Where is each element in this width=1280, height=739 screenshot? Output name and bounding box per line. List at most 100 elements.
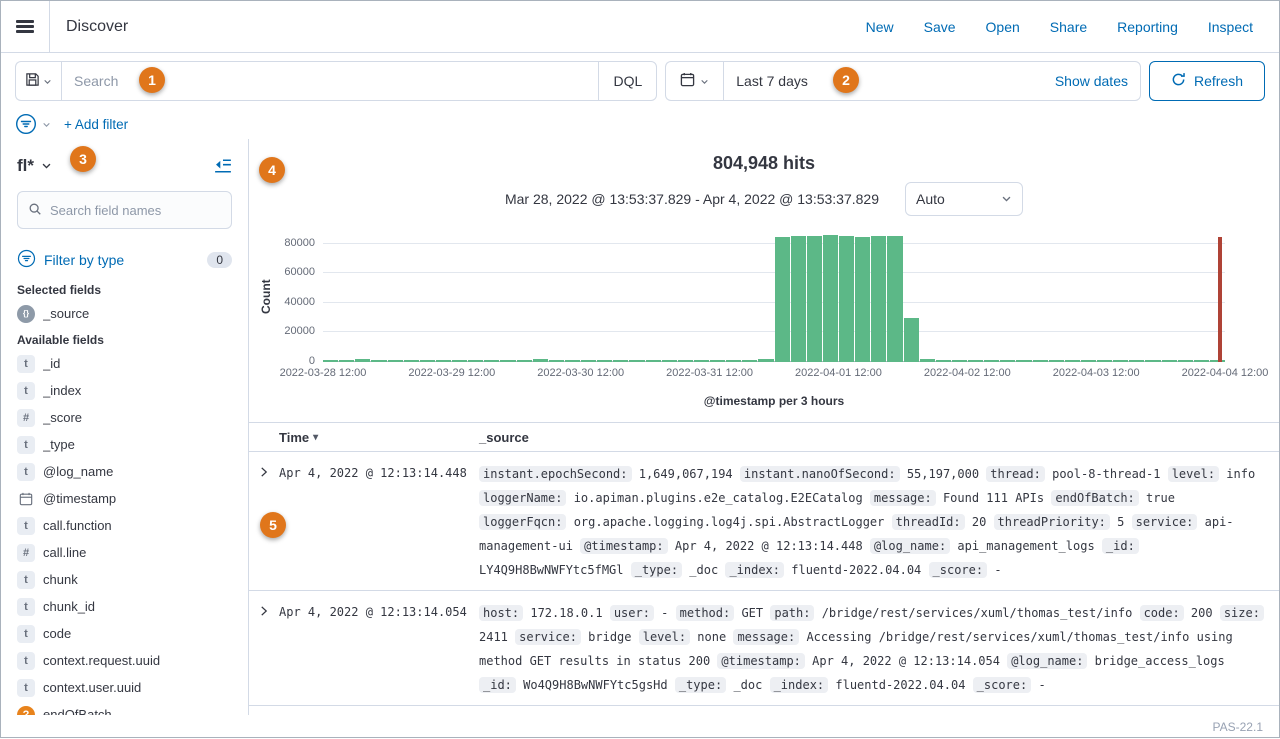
histogram-bar bbox=[629, 360, 644, 362]
field-item-call.line[interactable]: #call.line bbox=[17, 539, 232, 566]
field-name: _type bbox=[43, 437, 75, 452]
add-filter-link[interactable]: + Add filter bbox=[64, 117, 128, 132]
field-name: call.function bbox=[43, 518, 112, 533]
show-dates-link[interactable]: Show dates bbox=[1055, 73, 1128, 89]
top-header: Discover NewSaveOpenShareReportingInspec… bbox=[1, 1, 1279, 53]
histogram-bar bbox=[549, 360, 564, 362]
table-header: Time ▾ _source bbox=[249, 422, 1279, 452]
filters-icon[interactable] bbox=[15, 113, 37, 135]
field-item-_source[interactable]: {} _source bbox=[17, 300, 232, 327]
index-pattern-selector[interactable]: fl* bbox=[17, 156, 52, 176]
histogram-bar bbox=[1081, 360, 1096, 362]
search-group: DQL bbox=[15, 61, 657, 101]
nav-link-save[interactable]: Save bbox=[924, 19, 956, 35]
histogram-bar bbox=[1178, 360, 1193, 362]
main-menu-button[interactable] bbox=[1, 1, 50, 52]
hamburger-icon bbox=[16, 18, 34, 36]
histogram-bar bbox=[855, 237, 870, 362]
annotation-badge-2: 2 bbox=[833, 67, 859, 93]
chevron-down-icon bbox=[42, 120, 51, 129]
field-key: @timestamp: bbox=[580, 538, 667, 554]
expand-row-button[interactable] bbox=[249, 462, 279, 478]
field-key: _type: bbox=[631, 562, 682, 578]
nav-link-new[interactable]: New bbox=[866, 19, 894, 35]
source-type-icon: {} bbox=[17, 305, 35, 323]
histogram-plot[interactable] bbox=[323, 232, 1225, 362]
query-language-button[interactable]: DQL bbox=[598, 62, 656, 100]
sort-desc-icon: ▾ bbox=[313, 432, 318, 443]
nav-link-open[interactable]: Open bbox=[986, 19, 1020, 35]
field-item-_index[interactable]: t_index bbox=[17, 377, 232, 404]
histogram-bar bbox=[371, 360, 386, 362]
field-name: _source bbox=[43, 306, 89, 321]
version-label: PAS-22.1 bbox=[1213, 720, 1263, 734]
histogram-bar bbox=[1145, 360, 1160, 362]
available-fields-list: t_idt_index#_scoret_typet@log_name@times… bbox=[17, 350, 232, 715]
annotation-badge-4: 4 bbox=[259, 157, 285, 183]
annotation-badge-5: 5 bbox=[260, 512, 286, 538]
time-column-header[interactable]: Time ▾ bbox=[279, 430, 479, 445]
nav-link-reporting[interactable]: Reporting bbox=[1117, 19, 1178, 35]
field-item-chunk_id[interactable]: tchunk_id bbox=[17, 593, 232, 620]
histogram-bar bbox=[420, 360, 435, 362]
string-type-icon: t bbox=[17, 463, 35, 481]
field-key: threadId: bbox=[892, 514, 965, 530]
histogram-bar bbox=[791, 236, 806, 362]
histogram-bars bbox=[323, 232, 1225, 362]
nav-link-share[interactable]: Share bbox=[1050, 19, 1087, 35]
field-item-endOfBatch[interactable]: ?endOfBatch bbox=[17, 701, 232, 715]
x-tick-label: 2022-04-01 12:00 bbox=[795, 367, 882, 379]
field-key: code: bbox=[1140, 605, 1184, 621]
time-range-value[interactable]: Last 7 days bbox=[736, 73, 808, 89]
saved-query-button[interactable] bbox=[15, 61, 61, 101]
field-name: chunk_id bbox=[43, 599, 95, 614]
field-key: _index: bbox=[725, 562, 784, 578]
annotation-badge-1: 1 bbox=[139, 67, 165, 93]
filter-by-type-button[interactable]: Filter by type 0 bbox=[17, 243, 232, 277]
histogram-bar bbox=[984, 360, 999, 362]
filter-by-type-label: Filter by type bbox=[44, 252, 124, 268]
field-item-@log_name[interactable]: t@log_name bbox=[17, 458, 232, 485]
interval-select[interactable]: Auto bbox=[905, 182, 1023, 216]
date-picker-button[interactable] bbox=[665, 61, 723, 101]
nav-link-inspect[interactable]: Inspect bbox=[1208, 19, 1253, 35]
field-key: level: bbox=[1168, 466, 1219, 482]
field-item-context.request.uuid[interactable]: tcontext.request.uuid bbox=[17, 647, 232, 674]
field-key: message: bbox=[733, 629, 799, 645]
refresh-button[interactable]: Refresh bbox=[1149, 61, 1265, 101]
field-item-context.user.uuid[interactable]: tcontext.user.uuid bbox=[17, 674, 232, 701]
field-item-_id[interactable]: t_id bbox=[17, 350, 232, 377]
histogram-bar bbox=[500, 360, 515, 362]
collapse-sidebar-icon[interactable] bbox=[214, 157, 232, 175]
histogram-bar bbox=[388, 360, 403, 362]
table-rows: Apr 4, 2022 @ 12:13:14.448instant.epochS… bbox=[249, 452, 1279, 706]
field-key: _index: bbox=[770, 677, 829, 693]
field-key: service: bbox=[515, 629, 581, 645]
histogram-bar bbox=[597, 360, 612, 362]
field-item-@timestamp[interactable]: @timestamp bbox=[17, 485, 232, 512]
histogram-bar bbox=[646, 360, 661, 363]
string-type-icon: t bbox=[17, 517, 35, 535]
available-fields-label: Available fields bbox=[17, 333, 232, 347]
histogram-bar bbox=[839, 236, 854, 362]
field-item-_score[interactable]: #_score bbox=[17, 404, 232, 431]
expand-row-button[interactable] bbox=[249, 601, 279, 617]
plot-column: 2022-03-28 12:002022-03-29 12:002022-03-… bbox=[323, 232, 1225, 408]
field-key: level: bbox=[639, 629, 690, 645]
field-name: code bbox=[43, 626, 71, 641]
field-item-chunk[interactable]: tchunk bbox=[17, 566, 232, 593]
string-type-icon: t bbox=[17, 625, 35, 643]
histogram-bar bbox=[678, 360, 693, 362]
index-pattern-row: fl* bbox=[17, 145, 232, 187]
field-item-code[interactable]: tcode bbox=[17, 620, 232, 647]
annotation-badge-3: 3 bbox=[70, 146, 96, 172]
chevron-down-icon bbox=[700, 74, 709, 89]
app-body: fl* Filter by type 0 Selected fields {}_… bbox=[1, 139, 1279, 715]
field-search-input[interactable] bbox=[50, 203, 221, 218]
row-source: instant.epochSecond: 1,649,067,194 insta… bbox=[479, 462, 1279, 582]
field-item-call.function[interactable]: t call.function bbox=[17, 512, 232, 539]
histogram-bar bbox=[517, 360, 532, 362]
field-key: instant.epochSecond: bbox=[479, 466, 632, 482]
field-item-_type[interactable]: t_type bbox=[17, 431, 232, 458]
number-type-icon: # bbox=[17, 544, 35, 562]
